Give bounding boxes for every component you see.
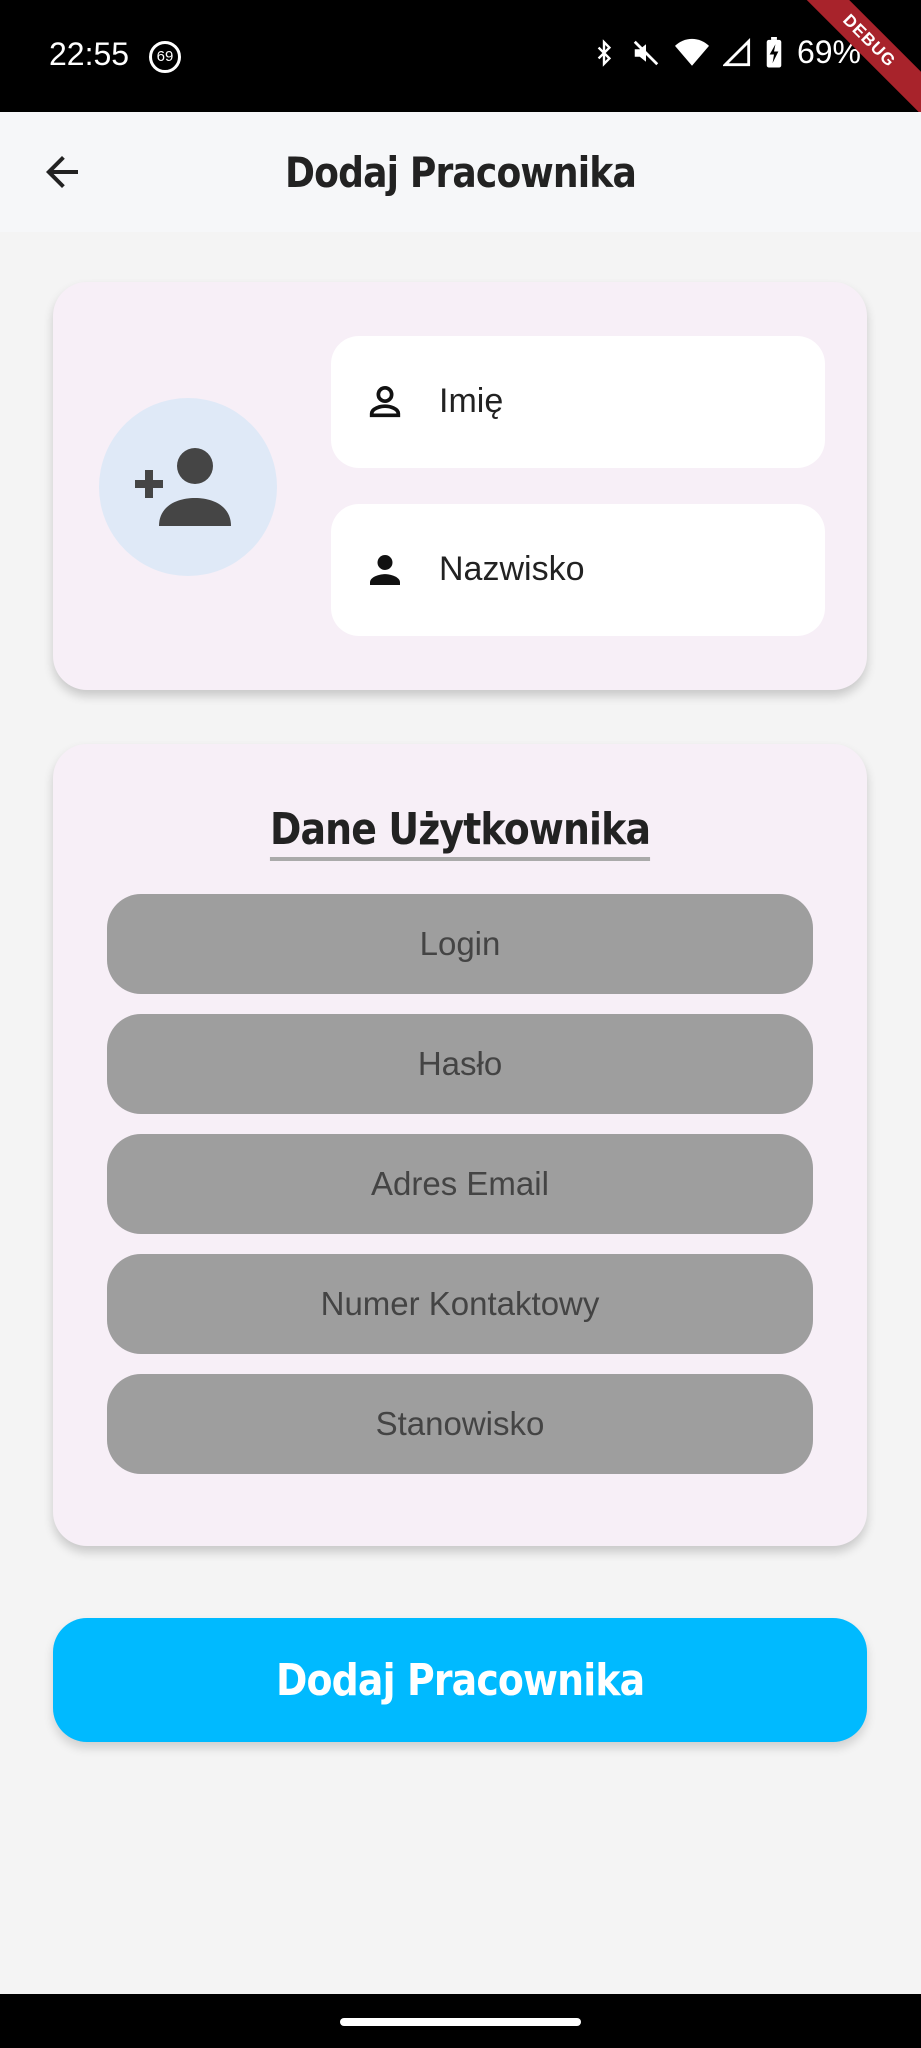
login-input[interactable] <box>107 894 813 994</box>
position-field[interactable] <box>107 1374 813 1474</box>
mute-icon <box>633 40 659 65</box>
email-input[interactable] <box>107 1134 813 1234</box>
user-data-card: Dane Użytkownika <box>53 744 867 1546</box>
battery-charging-icon <box>766 36 782 68</box>
add-employee-button-label: Dodaj Pracownika <box>275 1654 645 1706</box>
name-card <box>53 282 867 690</box>
first-name-field[interactable] <box>331 336 825 468</box>
phone-input[interactable] <box>107 1254 813 1354</box>
position-input[interactable] <box>107 1374 813 1474</box>
status-icons: 69% <box>591 34 861 71</box>
navigation-bar <box>0 1994 921 2048</box>
app-bar: Dodaj Pracownika <box>0 112 921 232</box>
wifi-icon <box>674 38 709 66</box>
signal-icon <box>722 37 751 66</box>
home-gesture-handle[interactable] <box>340 2018 581 2026</box>
page-title: Dodaj Pracownika <box>285 148 637 197</box>
screen: 22:55 69 69% DEBUG Dodaj Pracownika Imię… <box>0 0 921 2048</box>
last-name-input[interactable] <box>439 544 799 594</box>
status-time: 22:55 <box>49 36 130 72</box>
password-field[interactable] <box>107 1014 813 1114</box>
password-input[interactable] <box>107 1014 813 1114</box>
section-title: Dane Użytkownika <box>53 804 867 861</box>
login-field[interactable] <box>107 894 813 994</box>
bluetooth-icon <box>597 38 612 67</box>
add-employee-button[interactable]: Dodaj Pracownika <box>53 1618 867 1742</box>
person-outline-icon <box>369 386 401 418</box>
section-title-text: Dane Użytkownika <box>269 804 651 861</box>
phone-field[interactable] <box>107 1254 813 1354</box>
person-add-icon <box>135 448 231 526</box>
avatar-add-button[interactable] <box>99 398 277 576</box>
notification-badge: 69 <box>149 41 181 73</box>
status-bar: 22:55 69 69% DEBUG <box>0 0 921 123</box>
email-field[interactable] <box>107 1134 813 1234</box>
first-name-input[interactable] <box>439 376 799 426</box>
last-name-field[interactable] <box>331 504 825 636</box>
person-icon <box>370 555 400 585</box>
